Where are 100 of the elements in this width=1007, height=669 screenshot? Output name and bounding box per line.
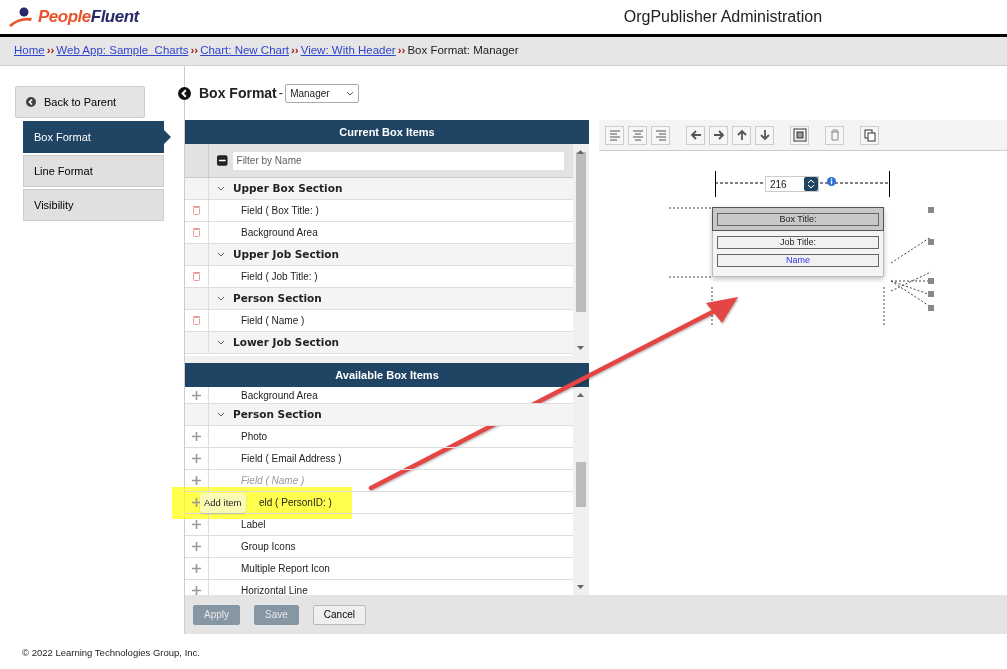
- item-label: Photo: [240, 430, 268, 444]
- collapse-all-icon[interactable]: [217, 155, 228, 166]
- item-label: Multiple Report Icon: [240, 562, 330, 576]
- sidebar-tab[interactable]: Line Format: [23, 155, 164, 187]
- width-input[interactable]: 216: [765, 176, 819, 192]
- breadcrumb-link[interactable]: Home: [14, 42, 45, 60]
- connector-node-icon: [928, 207, 934, 213]
- spinner-icon[interactable]: [804, 177, 818, 191]
- item-label: eld ( PersonID: ): [259, 496, 332, 510]
- item-label: Field ( Box Title: ): [240, 204, 319, 218]
- align-right-icon: [653, 128, 668, 142]
- breadcrumb-link[interactable]: View: With Header: [300, 42, 396, 60]
- item-label: Group Icons: [240, 540, 296, 554]
- action-button[interactable]: Cancel: [312, 604, 366, 625]
- trash-icon[interactable]: [193, 316, 200, 325]
- breadcrumb-link[interactable]: Chart: New Chart: [200, 42, 289, 60]
- delete-button[interactable]: [825, 125, 844, 145]
- back-button[interactable]: Back to Parent: [15, 86, 145, 118]
- item-label: Field ( Name ): [240, 314, 305, 328]
- app-title: OrgPublisher Administration: [622, 7, 824, 27]
- arrow-right-icon: [711, 128, 726, 142]
- item-label: Field ( Name ): [240, 474, 305, 488]
- chevron-down-icon[interactable]: [217, 252, 225, 257]
- section-title: Upper Job Section: [233, 246, 340, 262]
- chevron-down-icon[interactable]: [217, 186, 225, 191]
- trash-icon[interactable]: [193, 206, 200, 215]
- chevron-down-icon[interactable]: [217, 296, 225, 301]
- connector-node-icon: [928, 278, 934, 284]
- scroll-down-icon[interactable]: [577, 346, 584, 350]
- chevron-down-icon[interactable]: [217, 340, 225, 345]
- add-icon[interactable]: [192, 454, 201, 463]
- add-icon[interactable]: [192, 542, 201, 551]
- width-value: 216: [769, 178, 788, 191]
- section-title: Person Section: [233, 290, 322, 306]
- arrow-down-icon: [757, 128, 772, 142]
- copy-icon: [862, 128, 877, 142]
- breadcrumb-separator: ››: [190, 43, 199, 59]
- copy-button[interactable]: [860, 125, 879, 145]
- align-center-icon: [630, 128, 645, 142]
- preview-field: Box Title:: [717, 213, 879, 226]
- scroll-down-icon[interactable]: [577, 585, 584, 589]
- arrow-right-button[interactable]: [709, 125, 728, 145]
- connector-node-icon: [928, 305, 934, 311]
- item-label: Background Area: [240, 388, 318, 403]
- item-label: Label: [240, 518, 266, 532]
- page-heading: Box Format: [199, 83, 277, 103]
- trash-icon[interactable]: [193, 272, 200, 281]
- breadcrumb-link[interactable]: Web App: Sample_Charts: [56, 42, 189, 60]
- item-label: Horizontal Line: [240, 584, 308, 595]
- preview-field: Name: [717, 254, 879, 267]
- panel-header: Current Box Items: [185, 120, 589, 144]
- panel-header: Available Box Items: [185, 363, 589, 387]
- section-title: Person Section: [233, 406, 322, 422]
- breadcrumb-separator: ››: [397, 43, 406, 59]
- arrow-left-button[interactable]: [686, 125, 705, 145]
- preview-field: Job Title:: [717, 236, 879, 249]
- scrollbar-thumb[interactable]: [576, 462, 586, 507]
- sidebar-tab[interactable]: Box Format: [23, 121, 171, 153]
- item-label: Field ( Email Address ): [240, 452, 342, 466]
- breadcrumb-separator: ››: [291, 43, 299, 59]
- align-center-button[interactable]: [628, 125, 647, 145]
- fit-frame-button[interactable]: [790, 125, 809, 145]
- filter-field[interactable]: Filter by Name: [231, 150, 565, 171]
- breadcrumb-separator: ››: [46, 43, 55, 59]
- align-left-button[interactable]: [605, 125, 624, 145]
- format-select[interactable]: Manager: [285, 83, 359, 103]
- info-icon: [827, 177, 836, 186]
- tooltip-text: Add item: [200, 492, 246, 514]
- copyright-text: © 2022 Learning Technologies Group, Inc.: [22, 646, 200, 660]
- fit-frame-icon: [792, 128, 807, 142]
- back-circle-icon[interactable]: [178, 86, 191, 100]
- add-icon[interactable]: [192, 432, 201, 441]
- scrollbar[interactable]: [573, 144, 589, 356]
- connector-node-icon: [928, 239, 934, 245]
- add-icon[interactable]: [192, 476, 201, 485]
- align-right-button[interactable]: [651, 125, 670, 145]
- arrow-left-icon: [688, 128, 703, 142]
- heading-separator: -: [278, 84, 284, 103]
- add-icon[interactable]: [192, 564, 201, 573]
- arrow-up-button[interactable]: [732, 125, 751, 145]
- section-title: Upper Box Section: [233, 180, 343, 196]
- scrollbar-thumb[interactable]: [576, 152, 586, 312]
- item-label: Field ( Job Title: ): [240, 270, 318, 284]
- back-arrow-icon: [26, 97, 36, 107]
- logo-icon: [8, 7, 34, 27]
- connector-node-icon: [928, 291, 934, 297]
- section-title: Lower Job Section: [233, 334, 340, 350]
- chevron-down-icon[interactable]: [217, 412, 225, 417]
- scroll-up-icon[interactable]: [577, 393, 584, 397]
- item-label: Background Area: [240, 226, 318, 240]
- add-icon[interactable]: [192, 390, 201, 400]
- splitter-handle[interactable]: [185, 356, 589, 363]
- scroll-up-icon[interactable]: [577, 150, 584, 154]
- align-left-icon: [607, 128, 622, 142]
- logo: PeopleFluent: [38, 6, 139, 29]
- sidebar-tab[interactable]: Visibility: [23, 189, 164, 221]
- breadcrumb-current: Box Format: Manager: [407, 43, 519, 59]
- scrollbar[interactable]: [573, 387, 589, 595]
- trash-icon[interactable]: [193, 228, 200, 237]
- arrow-down-button[interactable]: [755, 125, 774, 145]
